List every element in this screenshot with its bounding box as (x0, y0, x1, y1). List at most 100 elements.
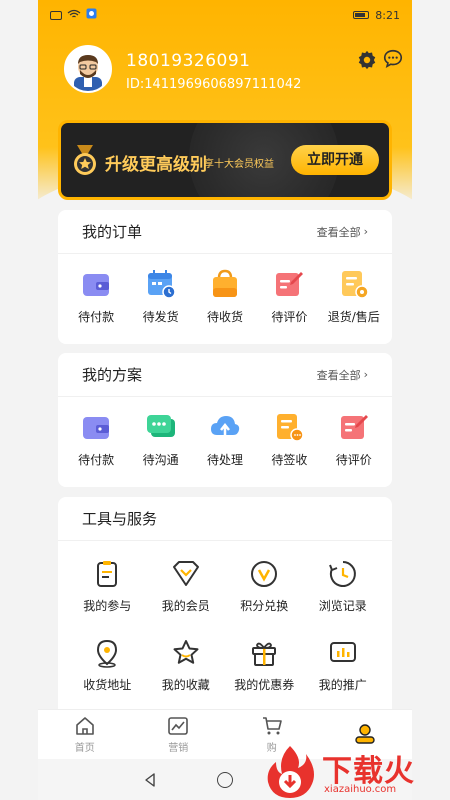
item-label: 待评价 (335, 453, 372, 467)
item-label: 待评价 (271, 310, 308, 324)
item-label: 待沟通 (142, 453, 179, 467)
profile-header: 18019326091 ID:1411969606897111042 (64, 45, 403, 105)
plan-item-pending-payment[interactable]: 待付款 (65, 411, 127, 468)
orders-header: 我的订单 查看全部 › (58, 210, 392, 254)
home-icon (75, 717, 94, 735)
plan-item-pending-sign[interactable]: 待签收 (258, 411, 320, 468)
return-document-icon (341, 271, 369, 299)
location-pin-icon (97, 639, 118, 668)
tool-points-exchange[interactable]: 积分兑换 (233, 559, 295, 614)
calendar-clock-icon (147, 270, 176, 299)
tools-card: 工具与服务 我的参与 我的会员 积分兑换 浏览记录 收货地址 我的收藏 我的优惠… (58, 497, 392, 727)
avatar[interactable] (64, 45, 112, 93)
cloud-upload-icon (210, 416, 240, 438)
edit-card-icon (276, 272, 304, 296)
order-item-pending-review[interactable]: 待评价 (258, 268, 320, 325)
item-label: 待收货 (206, 310, 243, 324)
tool-my-promotion[interactable]: 我的推广 (312, 638, 374, 693)
points-icon (251, 561, 278, 587)
item-label: 我的优惠券 (234, 678, 295, 692)
clipboard-icon (97, 561, 118, 587)
app-screen: 8:21 18019326091 ID:1411969606897111042 (38, 0, 412, 800)
tool-my-participation[interactable]: 我的参与 (76, 559, 138, 614)
plans-title: 我的方案 (82, 366, 143, 384)
order-item-after-sales[interactable]: 退货/售后 (323, 268, 385, 325)
plans-header: 我的方案 查看全部 › (58, 353, 392, 397)
chart-icon (329, 642, 356, 662)
gift-icon (252, 642, 277, 666)
item-label: 退货/售后 (327, 310, 380, 324)
item-label: 我的推广 (318, 678, 367, 692)
cart-icon (262, 717, 282, 735)
trend-icon (168, 717, 189, 735)
star-icon (173, 640, 199, 664)
wifi-icon (67, 9, 81, 22)
plans-card: 我的方案 查看全部 › 待付款 待沟通 待处理 待签收 待评价 (58, 353, 392, 487)
view-all-label: 查看全部 (316, 225, 361, 239)
item-label: 待处理 (206, 453, 243, 467)
watermark-url: xiazaihuo.com (324, 784, 397, 795)
tab-label: 首页 (74, 743, 95, 754)
tab-marketing[interactable]: 营销 (148, 715, 208, 754)
view-all-label: 查看全部 (316, 368, 361, 382)
status-icons-left (50, 8, 97, 22)
item-label: 我的会员 (161, 599, 210, 613)
message-icon[interactable] (382, 48, 404, 70)
orders-card: 我的订单 查看全部 › 待付款 待发货 待收货 待评价 退货/售后 (58, 210, 392, 344)
item-label: 收货地址 (83, 678, 132, 692)
status-icons-right: 8:21 (353, 9, 400, 22)
order-item-pending-receive[interactable]: 待收货 (194, 268, 256, 325)
battery-icon (353, 11, 370, 19)
item-label: 浏览记录 (318, 599, 367, 613)
back-triangle-icon[interactable] (143, 772, 157, 787)
flame-logo-icon (267, 746, 314, 798)
tool-my-favorites[interactable]: 我的收藏 (155, 638, 217, 693)
item-label: 待签收 (271, 453, 308, 467)
notification-icon (86, 8, 97, 22)
tools-title: 工具与服务 (82, 510, 158, 528)
open-vip-button[interactable]: 立即开通 (291, 145, 379, 175)
sim-icon (50, 10, 62, 20)
tools-row-1: 我的参与 我的会员 积分兑换 浏览记录 (58, 541, 392, 620)
plans-view-all-link[interactable]: 查看全部 › (317, 367, 368, 383)
status-time: 8:21 (375, 8, 400, 22)
history-icon (328, 561, 356, 587)
shopping-bag-icon (212, 269, 237, 297)
user-id: ID:1411969606897111042 (126, 77, 302, 92)
order-item-pending-payment[interactable]: 待付款 (65, 268, 127, 325)
document-icon (277, 414, 305, 442)
tab-label: 营销 (168, 743, 189, 754)
vip-upgrade-banner[interactable]: 升级更高级别 享十大会员权益 立即开通 (58, 120, 392, 200)
chevron-right-icon: › (363, 225, 368, 238)
edit-card-icon (340, 415, 368, 439)
order-item-pending-ship[interactable]: 待发货 (130, 268, 192, 325)
plan-item-pending-communicate[interactable]: 待沟通 (130, 411, 192, 468)
tool-my-coupons[interactable]: 我的优惠券 (233, 638, 295, 693)
plans-row: 待付款 待沟通 待处理 待签收 待评价 (58, 397, 392, 478)
item-label: 我的参与 (83, 599, 132, 613)
item-label: 待付款 (78, 310, 115, 324)
item-label: 积分兑换 (240, 599, 289, 613)
user-phone: 18019326091 (126, 51, 251, 71)
tool-my-membership[interactable]: 我的会员 (155, 559, 217, 614)
vip-subtitle: 享十大会员权益 (204, 159, 274, 170)
tool-browse-history[interactable]: 浏览记录 (312, 559, 374, 614)
status-bar: 8:21 (38, 0, 412, 30)
orders-row: 待付款 待发货 待收货 待评价 退货/售后 (58, 254, 392, 335)
tool-shipping-address[interactable]: 收货地址 (76, 638, 138, 693)
plan-item-pending-review[interactable]: 待评价 (323, 411, 385, 468)
home-circle-icon[interactable] (217, 771, 233, 788)
plan-item-pending-process[interactable]: 待处理 (194, 411, 256, 468)
orders-title: 我的订单 (82, 223, 143, 241)
tools-header: 工具与服务 (58, 497, 392, 541)
wallet-icon (83, 274, 110, 296)
tools-row-2: 收货地址 我的收藏 我的优惠券 我的推广 (58, 620, 392, 699)
vip-title: 升级更高级别 (105, 155, 207, 175)
item-label: 待付款 (78, 453, 115, 467)
chat-bubble-icon (146, 415, 175, 437)
wallet-icon (83, 417, 110, 439)
tab-home[interactable]: 首页 (55, 715, 115, 754)
orders-view-all-link[interactable]: 查看全部 › (317, 224, 368, 240)
item-label: 待发货 (142, 310, 179, 324)
settings-gear-icon[interactable] (356, 49, 378, 71)
